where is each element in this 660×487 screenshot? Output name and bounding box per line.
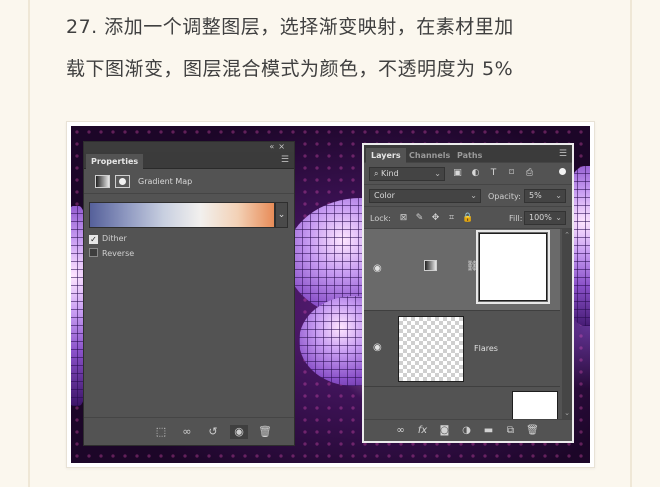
layer-mask-thumbnail[interactable]: [476, 230, 550, 304]
trash-icon[interactable]: 🗑: [256, 425, 274, 439]
add-mask-icon[interactable]: ◙: [438, 424, 451, 437]
page-border-right: [630, 0, 632, 487]
properties-panel: «× Properties ☰ Gradient Map ⌄ ✓ Dither R…: [83, 141, 295, 446]
visibility-eye-icon[interactable]: ◉: [230, 425, 248, 439]
panel-menu-icon[interactable]: ☰: [281, 155, 289, 165]
layers-footer: ∞ fx ◙ ◑ ▬ ⧉ 🗑: [364, 419, 572, 441]
fill-value: 100%: [529, 213, 552, 222]
layer-name: Flares: [474, 344, 498, 353]
properties-footer: ⬚ ∞ ↺ ◉ 🗑: [84, 417, 294, 445]
tab-paths[interactable]: Paths: [452, 148, 487, 163]
page-border-left: [28, 0, 30, 487]
chevron-down-icon: ⌄: [555, 213, 562, 222]
trash-icon[interactable]: 🗑: [526, 424, 539, 437]
blend-opacity-row: Color ⌄ Opacity: 5% ⌄: [364, 185, 572, 207]
dither-checkbox[interactable]: ✓: [89, 235, 98, 244]
tab-layers[interactable]: Layers: [366, 148, 406, 163]
panel-titlebar[interactable]: «×: [84, 142, 294, 152]
visibility-eye-icon[interactable]: ◉: [373, 263, 382, 274]
step-caption: 27. 添加一个调整图层，选择渐变映射，在素材里加 载下图渐变，图层混合模式为颜…: [66, 6, 626, 90]
adjustment-layer-icon[interactable]: ◑: [460, 424, 473, 437]
new-layer-icon[interactable]: ⧉: [504, 424, 517, 437]
layers-scrollbar[interactable]: ⌃ ⌄: [562, 229, 572, 421]
chevron-down-icon: ⌄: [555, 191, 562, 200]
caption-line-1: 27. 添加一个调整图层，选择渐变映射，在素材里加: [66, 16, 514, 38]
layer-filter-row: ⌕ Kind ⌄ ▣ ◐ T ⌑ ⎙: [364, 163, 572, 185]
lock-label: Lock:: [370, 214, 391, 223]
filter-kind-value: Kind: [381, 169, 399, 178]
lock-fill-row: Lock: ⊠ ✎ ✥ ⌗ 🔒 Fill: 100% ⌄: [364, 207, 572, 229]
layer-flares[interactable]: ◉ Flares: [364, 311, 560, 387]
type-filter-icon[interactable]: T: [488, 168, 499, 179]
chevron-down-icon: ⌄: [434, 169, 441, 178]
view-previous-icon[interactable]: ∞: [178, 425, 196, 439]
adjustment-filter-icon[interactable]: ◐: [470, 168, 481, 179]
lock-artboard-icon[interactable]: ⌗: [446, 213, 457, 223]
opacity-label: Opacity:: [488, 192, 521, 201]
layers-tabbar: Layers Channels Paths ☰: [364, 145, 572, 163]
layer-thumbnail: [398, 316, 464, 382]
opacity-value: 5%: [529, 191, 542, 200]
reverse-option[interactable]: Reverse: [89, 248, 134, 259]
tab-channels[interactable]: Channels: [404, 148, 455, 163]
blend-mode-select[interactable]: Color ⌄: [369, 189, 481, 203]
lock-all-icon[interactable]: 🔒: [462, 213, 473, 223]
fx-icon[interactable]: fx: [416, 424, 429, 437]
gradient-map-icon: [424, 260, 437, 271]
group-folder-icon[interactable]: ▬: [482, 424, 495, 437]
tab-properties[interactable]: Properties: [86, 154, 144, 169]
clip-to-layer-icon[interactable]: ⬚: [152, 425, 170, 439]
smart-object-filter-icon[interactable]: ⎙: [524, 168, 535, 179]
lock-paint-icon[interactable]: ✎: [414, 213, 425, 223]
reverse-label: Reverse: [102, 249, 135, 258]
scroll-down-icon[interactable]: ⌄: [562, 409, 572, 417]
scroll-up-icon[interactable]: ⌃: [562, 231, 572, 239]
pixel-filter-icon[interactable]: ▣: [452, 168, 463, 179]
layers-panel: Layers Channels Paths ☰ ⌕ Kind ⌄ ▣ ◐ T ⌑ …: [362, 143, 574, 443]
gradient-bar[interactable]: [90, 203, 274, 227]
fill-input[interactable]: 100% ⌄: [524, 211, 566, 225]
link-icon[interactable]: ∞: [394, 424, 407, 437]
lock-position-icon[interactable]: ✥: [430, 213, 441, 223]
search-icon: ⌕: [374, 169, 382, 178]
chevron-down-icon: ⌄: [470, 191, 477, 200]
panel-menu-icon[interactable]: ☰: [559, 149, 567, 159]
reverse-checkbox[interactable]: [89, 248, 98, 257]
caption-line-2: 载下图渐变，图层混合模式为颜色，不透明度为 5%: [66, 58, 514, 80]
filter-toggle[interactable]: [559, 168, 566, 175]
gradient-map-icon: [95, 175, 110, 188]
visibility-eye-icon[interactable]: ◉: [373, 342, 382, 353]
properties-tabbar: Properties ☰: [84, 152, 294, 169]
properties-title: Gradient Map: [138, 177, 193, 186]
dither-option[interactable]: ✓ Dither: [89, 233, 127, 244]
dither-label: Dither: [102, 234, 127, 243]
layer-mask-icon[interactable]: [115, 175, 130, 188]
mask-link-icon[interactable]: ⛓: [466, 261, 479, 272]
properties-header: Gradient Map: [84, 170, 294, 194]
panel-collapse-close-buttons[interactable]: «×: [269, 142, 289, 152]
gradient-preview[interactable]: [89, 202, 275, 228]
reset-icon[interactable]: ↺: [204, 425, 222, 439]
blend-mode-value: Color: [374, 191, 395, 200]
filter-kind-select[interactable]: ⌕ Kind ⌄: [369, 167, 445, 181]
layer-gradient-map[interactable]: ◉ ⛓: [364, 229, 560, 311]
opacity-input[interactable]: 5% ⌄: [524, 189, 566, 203]
fill-label: Fill:: [509, 214, 523, 223]
gradient-dropdown-button[interactable]: ⌄: [275, 202, 288, 228]
lock-transparent-icon[interactable]: ⊠: [398, 213, 409, 223]
shape-filter-icon[interactable]: ⌑: [506, 168, 517, 179]
